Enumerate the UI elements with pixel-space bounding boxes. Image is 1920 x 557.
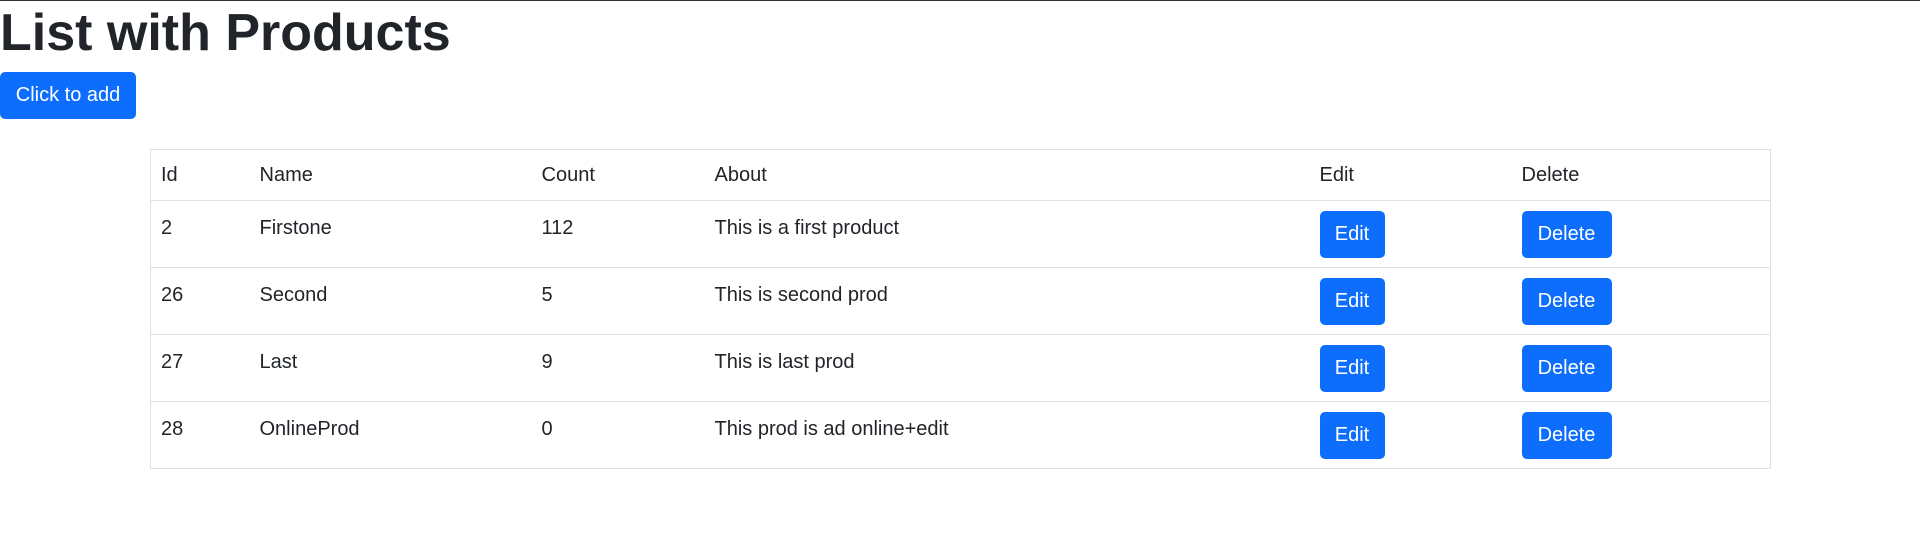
products-table: Id Name Count About Edit Delete 2 Firsto…	[150, 149, 1771, 469]
products-table-container: Id Name Count About Edit Delete 2 Firsto…	[150, 149, 1771, 469]
cell-about: This is a first product	[704, 200, 1310, 268]
edit-button[interactable]: Edit	[1319, 278, 1385, 325]
edit-button[interactable]: Edit	[1319, 345, 1385, 392]
cell-edit: Edit	[1309, 267, 1512, 335]
page-title: List with Products	[0, 4, 451, 62]
cell-about: This prod is ad online+edit	[704, 401, 1310, 469]
cell-count: 0	[531, 401, 705, 469]
column-header-about: About	[704, 149, 1310, 201]
cell-about: This is second prod	[704, 267, 1310, 335]
table-header: Id Name Count About Edit Delete	[150, 149, 1771, 201]
cell-delete: Delete	[1511, 401, 1771, 469]
cell-id: 28	[150, 401, 250, 469]
cell-edit: Edit	[1309, 334, 1512, 402]
cell-name: Firstone	[249, 200, 532, 268]
column-header-delete: Delete	[1511, 149, 1771, 201]
edit-button[interactable]: Edit	[1319, 211, 1385, 258]
table-header-row: Id Name Count About Edit Delete	[150, 149, 1771, 201]
cell-delete: Delete	[1511, 267, 1771, 335]
cell-delete: Delete	[1511, 334, 1771, 402]
delete-button[interactable]: Delete	[1521, 412, 1612, 459]
cell-id: 2	[150, 200, 250, 268]
cell-id: 27	[150, 334, 250, 402]
edit-button[interactable]: Edit	[1319, 412, 1385, 459]
table-row: 26 Second 5 This is second prod Edit Del…	[150, 267, 1771, 335]
cell-edit: Edit	[1309, 401, 1512, 469]
column-header-count: Count	[531, 149, 705, 201]
table-body: 2 Firstone 112 This is a first product E…	[150, 200, 1771, 469]
add-product-button[interactable]: Click to add	[0, 72, 136, 119]
cell-about: This is last prod	[704, 334, 1310, 402]
table-row: 27 Last 9 This is last prod Edit Delete	[150, 334, 1771, 402]
delete-button[interactable]: Delete	[1521, 278, 1612, 325]
cell-name: Last	[249, 334, 532, 402]
cell-delete: Delete	[1511, 200, 1771, 268]
column-header-name: Name	[249, 149, 532, 201]
column-header-id: Id	[150, 149, 250, 201]
cell-count: 5	[531, 267, 705, 335]
cell-count: 9	[531, 334, 705, 402]
cell-id: 26	[150, 267, 250, 335]
table-row: 2 Firstone 112 This is a first product E…	[150, 200, 1771, 268]
cell-count: 112	[531, 200, 705, 268]
cell-name: Second	[249, 267, 532, 335]
cell-edit: Edit	[1309, 200, 1512, 268]
page: List with Products Click to add Id Name …	[0, 0, 1920, 557]
delete-button[interactable]: Delete	[1521, 211, 1612, 258]
table-row: 28 OnlineProd 0 This prod is ad online+e…	[150, 401, 1771, 469]
delete-button[interactable]: Delete	[1521, 345, 1612, 392]
column-header-edit: Edit	[1309, 149, 1512, 201]
cell-name: OnlineProd	[249, 401, 532, 469]
